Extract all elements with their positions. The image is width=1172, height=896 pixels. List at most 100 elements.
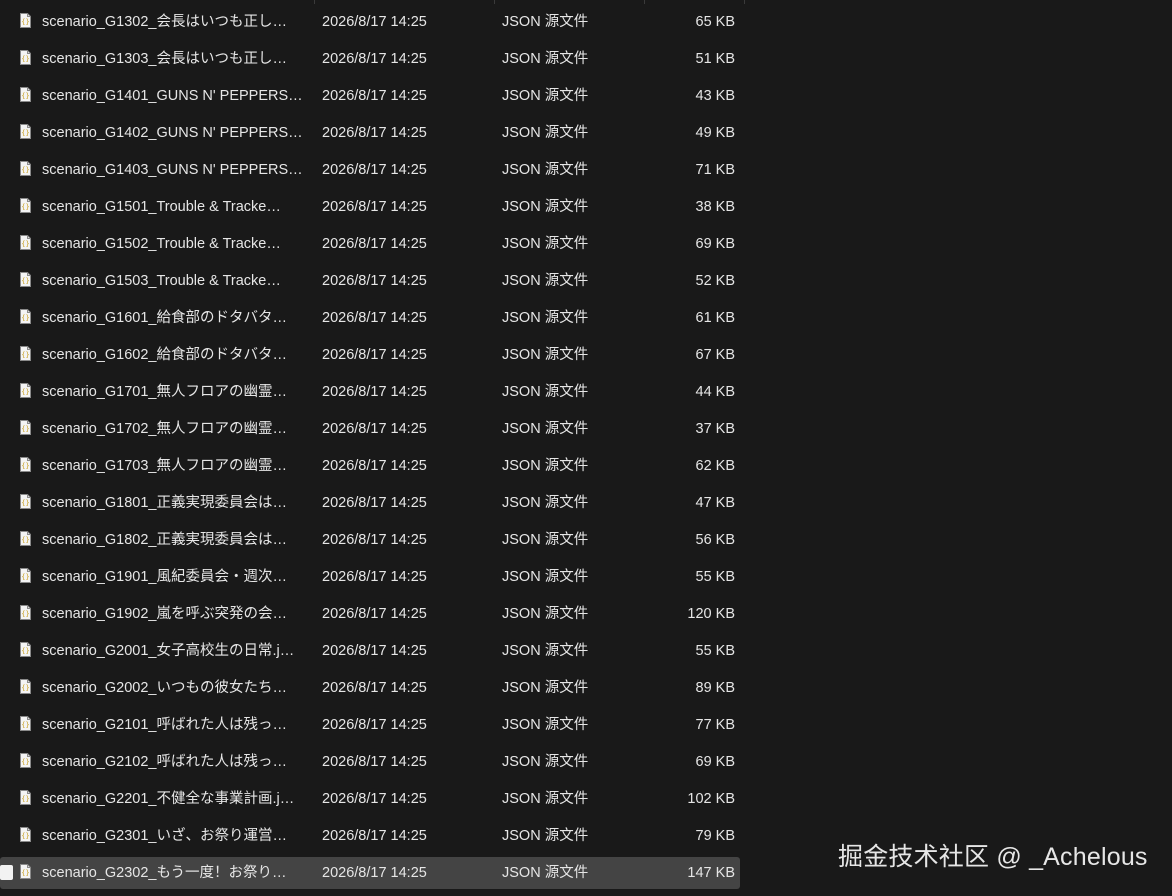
file-type: JSON 源文件 [502, 532, 589, 548]
file-type: JSON 源文件 [502, 14, 589, 30]
svg-text:{}: {} [21, 684, 29, 692]
file-size: 89 KB [695, 680, 736, 696]
file-size: 65 KB [695, 14, 736, 30]
file-row[interactable]: {} scenario_G2001_女子高校生の日常.j… 2026/8/17 … [0, 635, 740, 667]
svg-text:{}: {} [21, 277, 29, 285]
svg-text:{}: {} [21, 18, 29, 26]
file-modified-date: 2026/8/17 14:25 [322, 125, 427, 141]
column-separator[interactable] [314, 0, 315, 4]
file-name: scenario_G1801_正義実現委員会は… [42, 495, 287, 511]
file-size: 79 KB [695, 828, 736, 844]
svg-text:{}: {} [21, 462, 29, 470]
file-size: 52 KB [695, 273, 736, 289]
file-row[interactable]: {} scenario_G1601_給食部のドタバタ… 2026/8/17 14… [0, 302, 740, 334]
file-type: JSON 源文件 [502, 347, 589, 363]
column-separator[interactable] [494, 0, 495, 4]
svg-text:{}: {} [21, 314, 29, 322]
file-row[interactable]: {} scenario_G1801_正義実現委員会は… 2026/8/17 14… [0, 487, 740, 519]
file-type: JSON 源文件 [502, 273, 589, 289]
svg-text:{}: {} [21, 351, 29, 359]
json-file-icon: {} [20, 383, 31, 398]
file-size: 69 KB [695, 754, 736, 770]
file-row[interactable]: {} scenario_G1503_Trouble & Tracke… 2026… [0, 265, 740, 297]
svg-text:{}: {} [21, 499, 29, 507]
file-size: 44 KB [695, 384, 736, 400]
file-name: scenario_G1503_Trouble & Tracke… [42, 273, 281, 289]
column-separator[interactable] [644, 0, 645, 4]
svg-text:{}: {} [21, 647, 29, 655]
file-size: 38 KB [695, 199, 736, 215]
file-modified-date: 2026/8/17 14:25 [322, 14, 427, 30]
json-file-icon: {} [20, 13, 31, 28]
file-row[interactable]: {} scenario_G2101_呼ばれた人は残っ… 2026/8/17 14… [0, 709, 740, 741]
file-row-selected[interactable]: {} scenario_G2302_もう一度！お祭り… 2026/8/17 14… [0, 857, 740, 889]
json-file-icon: {} [20, 864, 31, 879]
file-modified-date: 2026/8/17 14:25 [322, 680, 427, 696]
file-row[interactable]: {} scenario_G2301_いざ、お祭り運営… 2026/8/17 14… [0, 820, 740, 852]
file-name: scenario_G1303_会長はいつも正し… [42, 51, 287, 67]
file-type: JSON 源文件 [502, 791, 589, 807]
file-type: JSON 源文件 [502, 384, 589, 400]
file-row[interactable]: {} scenario_G1902_嵐を呼ぶ突発の会… 2026/8/17 14… [0, 598, 740, 630]
file-row[interactable]: {} scenario_G1402_GUNS N' PEPPERS… 2026/… [0, 117, 740, 149]
json-file-icon: {} [20, 716, 31, 731]
json-file-icon: {} [20, 642, 31, 657]
file-row[interactable]: {} scenario_G1403_GUNS N' PEPPERS… 2026/… [0, 154, 740, 186]
file-size: 147 KB [687, 865, 735, 881]
file-type: JSON 源文件 [502, 606, 589, 622]
file-name: scenario_G1702_無人フロアの幽霊… [42, 421, 287, 437]
file-modified-date: 2026/8/17 14:25 [322, 643, 427, 659]
file-modified-date: 2026/8/17 14:25 [322, 88, 427, 104]
json-file-icon: {} [20, 494, 31, 509]
file-row[interactable]: {} scenario_G1701_無人フロアの幽霊… 2026/8/17 14… [0, 376, 740, 408]
file-row[interactable]: {} scenario_G1303_会長はいつも正し… 2026/8/17 14… [0, 43, 740, 75]
file-row[interactable]: {} scenario_G1502_Trouble & Tracke… 2026… [0, 228, 740, 260]
file-row[interactable]: {} scenario_G1501_Trouble & Tracke… 2026… [0, 191, 740, 223]
svg-text:{}: {} [21, 388, 29, 396]
file-type: JSON 源文件 [502, 680, 589, 696]
file-name: scenario_G1402_GUNS N' PEPPERS… [42, 125, 303, 141]
svg-text:{}: {} [21, 129, 29, 137]
json-file-icon: {} [20, 346, 31, 361]
file-row[interactable]: {} scenario_G2201_不健全な事業計画.j… 2026/8/17 … [0, 783, 740, 815]
json-file-icon: {} [20, 753, 31, 768]
json-file-icon: {} [20, 568, 31, 583]
file-name: scenario_G2101_呼ばれた人は残っ… [42, 717, 287, 733]
file-type: JSON 源文件 [502, 754, 589, 770]
json-file-icon: {} [20, 309, 31, 324]
file-modified-date: 2026/8/17 14:25 [322, 606, 427, 622]
file-name: scenario_G1701_無人フロアの幽霊… [42, 384, 287, 400]
file-row[interactable]: {} scenario_G1802_正義実現委員会は… 2026/8/17 14… [0, 524, 740, 556]
svg-text:{}: {} [21, 240, 29, 248]
file-modified-date: 2026/8/17 14:25 [322, 236, 427, 252]
svg-text:{}: {} [21, 573, 29, 581]
file-row[interactable]: {} scenario_G1302_会長はいつも正し… 2026/8/17 14… [0, 6, 740, 38]
file-row[interactable]: {} scenario_G1401_GUNS N' PEPPERS… 2026/… [0, 80, 740, 112]
file-name: scenario_G2002_いつもの彼女たち… [42, 680, 287, 696]
json-file-icon: {} [20, 198, 31, 213]
file-modified-date: 2026/8/17 14:25 [322, 458, 427, 474]
file-row[interactable]: {} scenario_G1602_給食部のドタバタ… 2026/8/17 14… [0, 339, 740, 371]
file-modified-date: 2026/8/17 14:25 [322, 717, 427, 733]
file-row[interactable]: {} scenario_G1703_無人フロアの幽霊… 2026/8/17 14… [0, 450, 740, 482]
file-type: JSON 源文件 [502, 88, 589, 104]
file-row[interactable]: {} scenario_G1702_無人フロアの幽霊… 2026/8/17 14… [0, 413, 740, 445]
file-type: JSON 源文件 [502, 125, 589, 141]
file-name: scenario_G2102_呼ばれた人は残っ… [42, 754, 287, 770]
svg-text:{}: {} [21, 55, 29, 63]
file-row[interactable]: {} scenario_G2102_呼ばれた人は残っ… 2026/8/17 14… [0, 746, 740, 778]
file-name: scenario_G1601_給食部のドタバタ… [42, 310, 287, 326]
row-checkbox[interactable] [0, 865, 13, 880]
file-size: 55 KB [695, 569, 736, 585]
file-size: 67 KB [695, 347, 736, 363]
file-modified-date: 2026/8/17 14:25 [322, 532, 427, 548]
file-modified-date: 2026/8/17 14:25 [322, 495, 427, 511]
column-separator[interactable] [744, 0, 745, 4]
file-size: 43 KB [695, 88, 736, 104]
file-name: scenario_G2001_女子高校生の日常.j… [42, 643, 295, 659]
json-file-icon: {} [20, 124, 31, 139]
json-file-icon: {} [20, 235, 31, 250]
file-row[interactable]: {} scenario_G1901_風紀委員会・週次… 2026/8/17 14… [0, 561, 740, 593]
svg-text:{}: {} [21, 92, 29, 100]
file-row[interactable]: {} scenario_G2002_いつもの彼女たち… 2026/8/17 14… [0, 672, 740, 704]
